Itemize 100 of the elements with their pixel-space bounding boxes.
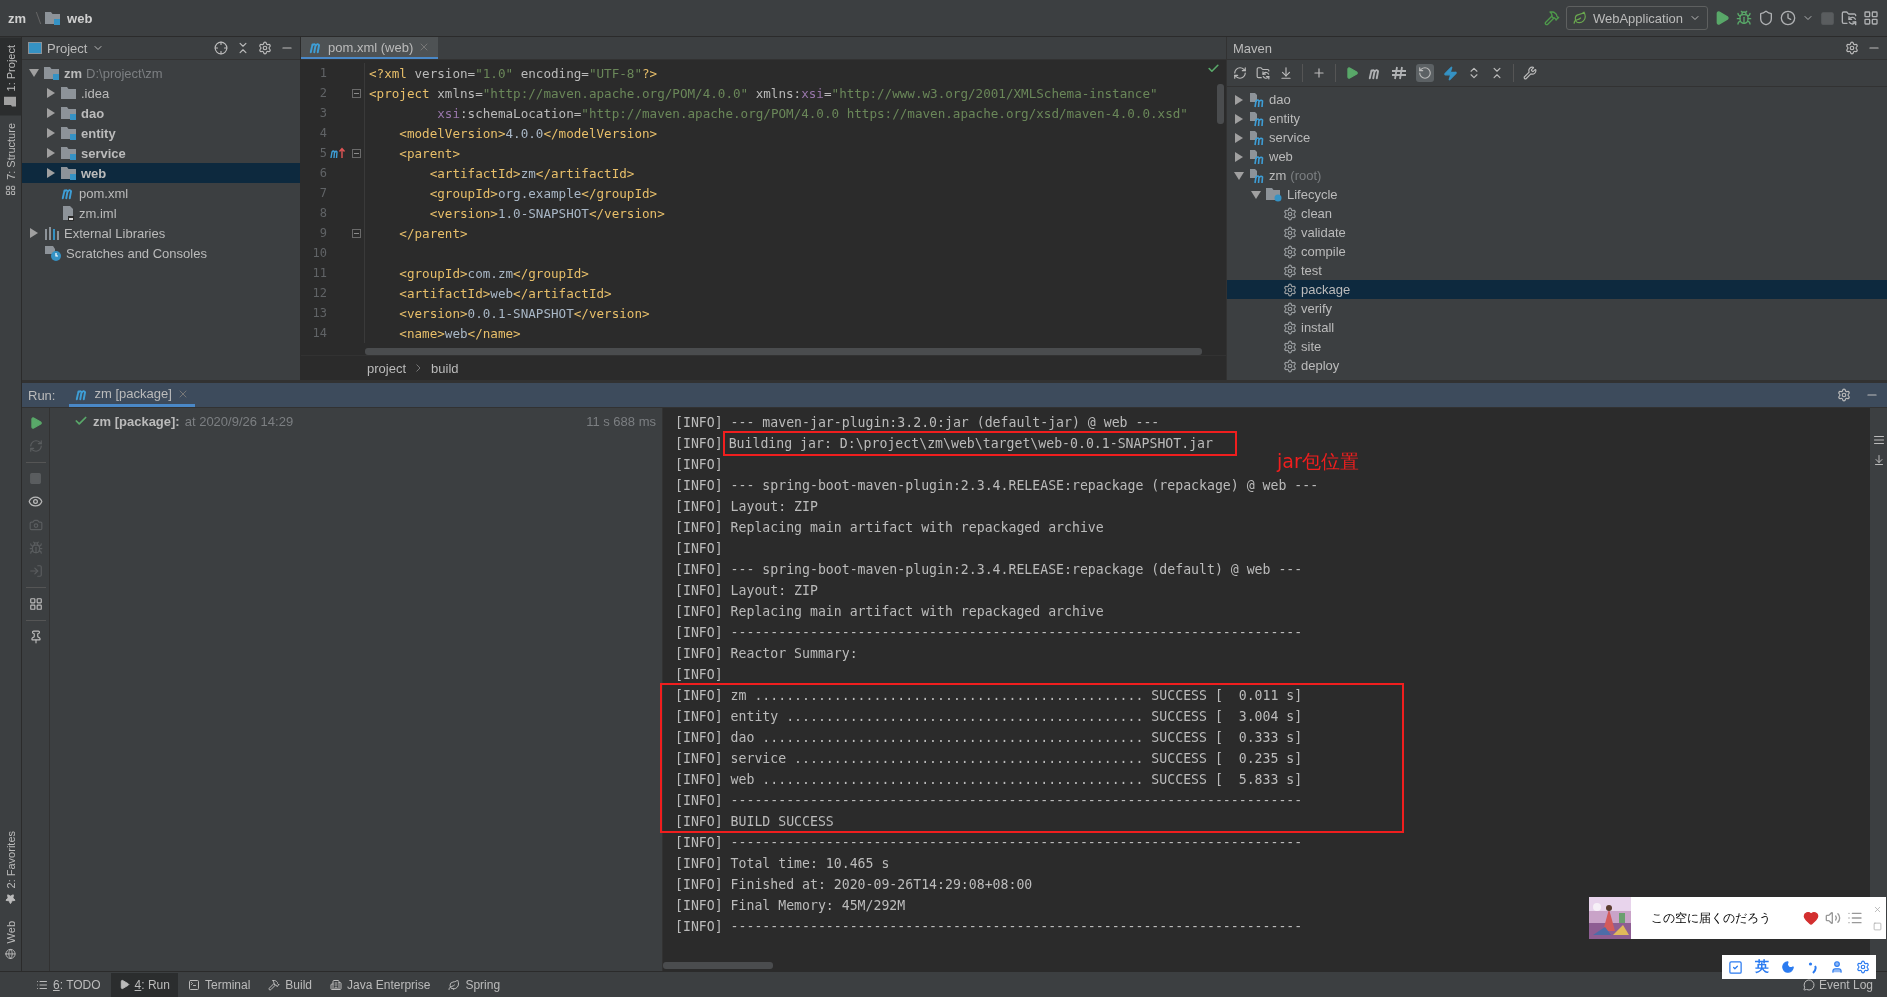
tool-window-tab[interactable]: Terminal	[179, 972, 259, 997]
tree-item[interactable]: clean	[1227, 204, 1887, 223]
locate-icon[interactable]	[214, 41, 228, 55]
playlist-icon[interactable]	[1847, 910, 1863, 926]
layout-icon[interactable]	[28, 597, 43, 611]
breadcrumb-item[interactable]: build	[431, 360, 459, 376]
user-icon[interactable]	[1829, 960, 1844, 974]
fold-icon[interactable]	[352, 88, 361, 98]
tree-item[interactable]: deploy	[1227, 356, 1887, 375]
event-log-button[interactable]: Event Log	[1796, 976, 1879, 993]
collapse-arrow-icon[interactable]	[1234, 171, 1244, 180]
tool-window-tab[interactable]: Java Enterprise	[322, 972, 439, 997]
download-icon[interactable]	[1279, 66, 1293, 80]
build-hammer-icon[interactable]	[1543, 10, 1560, 26]
tree-item[interactable]: .idea	[22, 83, 300, 103]
layout-icon[interactable]	[1863, 10, 1879, 26]
reload-icon[interactable]	[1233, 66, 1247, 80]
tool-window-tab[interactable]: 6: TODO	[28, 972, 109, 997]
tree-item[interactable]: entity	[22, 123, 300, 143]
add-icon[interactable]	[1312, 66, 1326, 80]
folder-sync-icon[interactable]	[1256, 66, 1270, 80]
project-view-dropdown[interactable]: Project	[28, 40, 105, 56]
tree-item[interactable]: service	[1227, 128, 1887, 147]
coverage-icon[interactable]	[1758, 10, 1774, 26]
tool-window-tab[interactable]: 1: Project	[0, 37, 21, 116]
ime-logo-icon[interactable]	[1728, 959, 1744, 975]
lightning-icon[interactable]	[1443, 65, 1458, 81]
run-icon[interactable]	[1345, 66, 1359, 80]
tool-window-tab[interactable]: 7: Structure	[0, 115, 21, 205]
tool-window-tab[interactable]: Web	[0, 912, 21, 967]
expand-arrow-icon[interactable]	[47, 108, 55, 118]
soft-wrap-icon[interactable]	[1872, 434, 1885, 446]
tool-window-tab[interactable]: Build	[260, 972, 320, 997]
eye-icon[interactable]	[28, 494, 43, 509]
editor-tab[interactable]: pom.xml (web)	[301, 37, 439, 59]
tree-item[interactable]: zm.iml	[22, 203, 300, 223]
run-icon[interactable]	[1714, 10, 1730, 26]
tree-item[interactable]: test	[1227, 261, 1887, 280]
tree-item[interactable]: web	[1227, 147, 1887, 166]
settings-icon[interactable]	[258, 41, 272, 55]
tree-item[interactable]: validate	[1227, 223, 1887, 242]
tree-item[interactable]: Lifecycle	[1227, 185, 1887, 204]
collapse-arrow-icon[interactable]	[29, 69, 39, 77]
tree-item[interactable]: zm D:\project\zm	[22, 63, 300, 83]
run-configuration-dropdown[interactable]: WebApplication	[1565, 6, 1708, 30]
tree-item[interactable]: dao	[22, 103, 300, 123]
tree-item[interactable]: package	[1227, 280, 1887, 299]
tree-item[interactable]: site	[1227, 337, 1887, 356]
tree-item[interactable]: service	[22, 143, 300, 163]
offline-toggle-icon[interactable]	[1391, 66, 1407, 80]
expand-arrow-icon[interactable]	[1235, 94, 1243, 105]
tree-item[interactable]: pom.xml	[22, 183, 300, 203]
speaker-icon[interactable]	[1825, 910, 1841, 926]
moon-icon[interactable]	[1781, 960, 1796, 974]
wrench-icon[interactable]	[1523, 66, 1537, 80]
fold-icon[interactable]	[352, 228, 361, 238]
tree-item[interactable]: compile	[1227, 242, 1887, 261]
tree-item[interactable]: install	[1227, 318, 1887, 337]
expand-arrow-icon[interactable]	[47, 148, 55, 158]
skip-tests-toggle[interactable]	[1416, 64, 1434, 82]
expand-arrow-icon[interactable]	[30, 228, 38, 238]
debug-icon[interactable]	[1736, 10, 1752, 26]
collapse-arrow-icon[interactable]	[1251, 190, 1261, 199]
settings-icon[interactable]	[1845, 41, 1859, 55]
punctuation-icon[interactable]	[1807, 960, 1818, 974]
rerun-icon[interactable]	[28, 416, 43, 430]
tool-window-tab[interactable]: 2: Favorites	[0, 823, 21, 913]
expand-arrow-icon[interactable]	[1235, 151, 1243, 162]
tool-window-tab[interactable]: Spring	[440, 972, 509, 997]
run-tab[interactable]: zm [package]	[69, 383, 195, 407]
scrollbar-thumb[interactable]	[365, 348, 1202, 355]
tree-item[interactable]: External Libraries	[22, 223, 300, 243]
scroll-to-end-icon[interactable]	[1872, 454, 1885, 466]
expand-arrow-icon[interactable]	[47, 88, 55, 98]
maven-parent-icon[interactable]	[330, 147, 346, 159]
input-mode-toggle[interactable]: 英	[1755, 958, 1770, 976]
expand-arrow-icon[interactable]	[1235, 132, 1243, 143]
settings-icon[interactable]	[1837, 388, 1851, 402]
run-result-item[interactable]: zm [package]: at 2020/9/26 14:29 11 s 688 ms	[50, 411, 662, 431]
breadcrumb-item[interactable]: project	[367, 360, 407, 376]
scrollbar-thumb[interactable]	[663, 962, 773, 969]
breadcrumb-item[interactable]: web	[67, 10, 93, 26]
tree-item[interactable]: zm (root)	[1227, 166, 1887, 185]
tree-item[interactable]: verify	[1227, 299, 1887, 318]
expand-arrow-icon[interactable]	[1235, 113, 1243, 124]
scrollbar-thumb[interactable]	[1217, 84, 1224, 124]
breadcrumb-item[interactable]: zm	[8, 10, 27, 26]
fold-icon[interactable]	[352, 148, 361, 158]
tool-window-tab[interactable]: 4: Run	[110, 972, 178, 997]
collapse-all-icon[interactable]	[236, 41, 250, 55]
tree-item[interactable]: entity	[1227, 109, 1887, 128]
tree-item[interactable]: dao	[1227, 90, 1887, 109]
expand-arrow-icon[interactable]	[47, 128, 55, 138]
heart-icon[interactable]	[1803, 910, 1819, 926]
project-structure-icon[interactable]	[1841, 10, 1857, 26]
pin-icon[interactable]	[28, 630, 43, 644]
settings-icon[interactable]	[1855, 960, 1870, 974]
collapse-all-icon[interactable]	[1490, 66, 1504, 80]
expand-arrow-icon[interactable]	[47, 168, 55, 178]
tree-item[interactable]: web	[22, 163, 300, 183]
